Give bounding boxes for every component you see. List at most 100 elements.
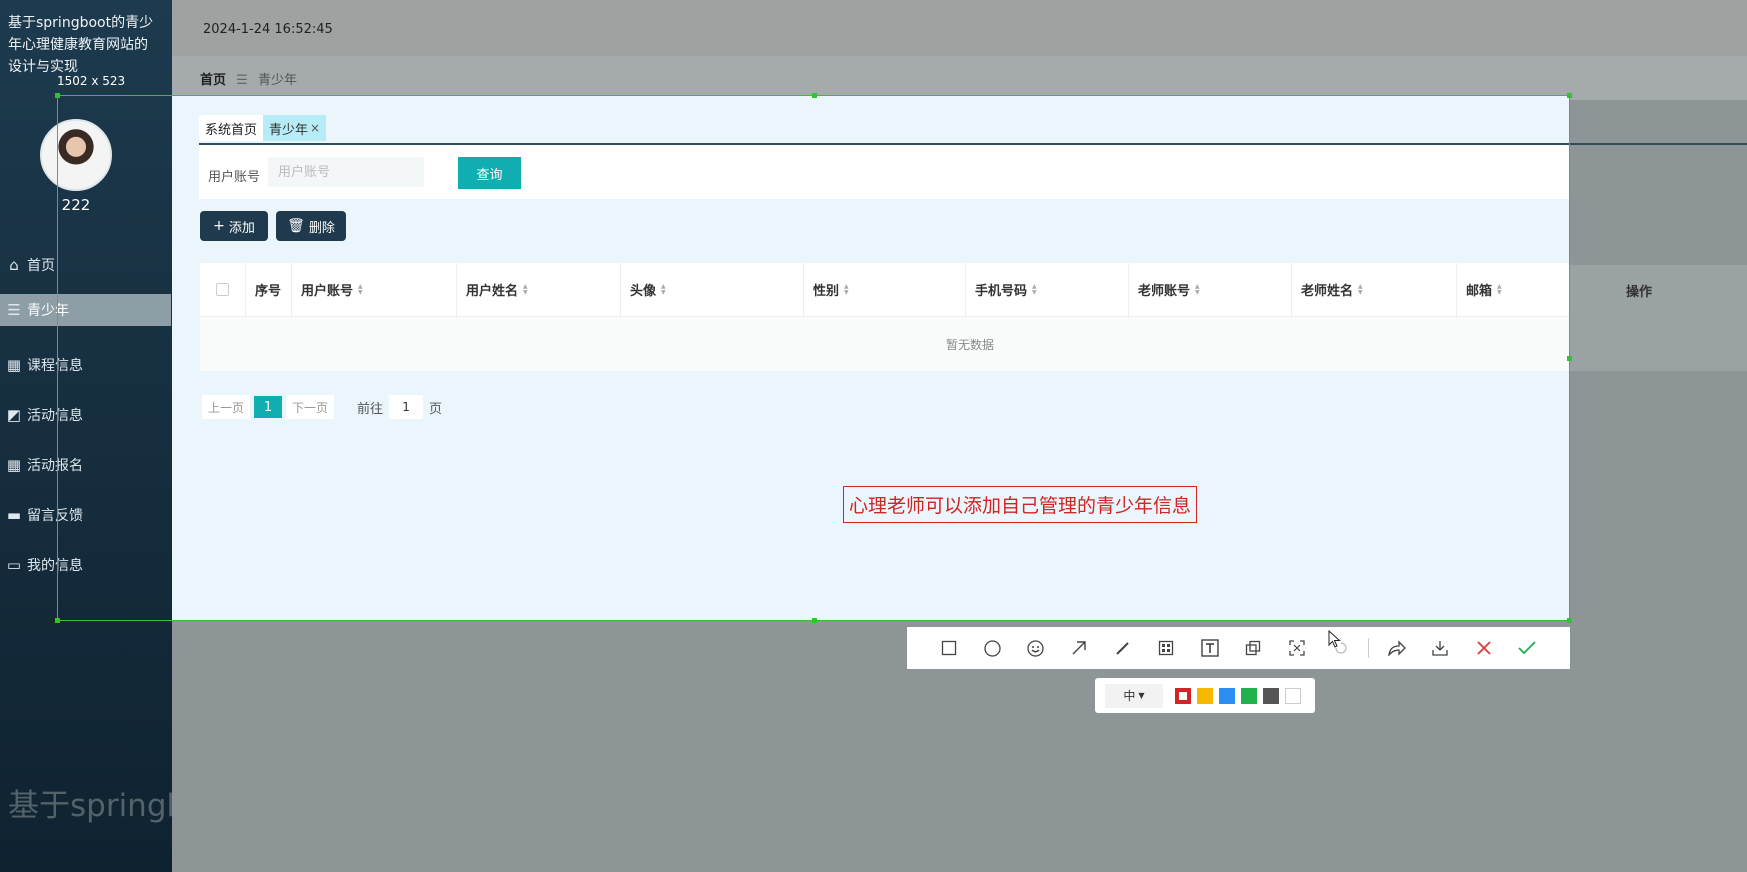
- sidebar-item-label: 我的信息: [27, 558, 83, 574]
- sort-icon[interactable]: ▲ ▼: [844, 283, 849, 296]
- confirm-icon[interactable]: [1506, 627, 1550, 669]
- sidebar-item-home[interactable]: ⌂ 首页: [0, 240, 172, 290]
- select-all-checkbox[interactable]: [216, 283, 229, 296]
- goto-label: 前往: [357, 401, 384, 417]
- breadcrumb-separator-icon: ☰: [236, 73, 248, 88]
- top-bar: 2024-1-24 16:52:45: [172, 0, 1747, 56]
- delete-button[interactable]: 🗑 删除: [276, 211, 346, 241]
- annotation-text-box[interactable]: 心理老师可以添加自己管理的青少年信息: [843, 486, 1198, 523]
- sort-icon[interactable]: ▲ ▼: [358, 283, 363, 296]
- tab-label: 青少年: [269, 122, 309, 138]
- sidebar-item-feedback[interactable]: ▬ 留言反馈: [0, 490, 172, 540]
- grid-icon: ▦: [6, 356, 22, 374]
- username: 222: [61, 196, 91, 214]
- column-header-avatar[interactable]: 头像 ▲ ▼: [621, 262, 804, 317]
- tab-label: 系统首页: [205, 122, 258, 138]
- column-header-account[interactable]: 用户账号 ▲ ▼: [292, 262, 457, 317]
- datetime: 2024-1-24 16:52:45: [203, 22, 333, 37]
- chart-icon: ◩: [6, 406, 22, 424]
- page-number-current[interactable]: 1: [254, 396, 283, 418]
- sidebar: 基于springboot的青少年心理健康教育网站的设计与实现 222 ⌂ 首页 …: [0, 0, 172, 872]
- breadcrumb-bar: 首页 ☰ 青少年: [172, 56, 1747, 100]
- close-icon[interactable]: ×: [310, 121, 320, 135]
- sidebar-item-activities[interactable]: ◩ 活动信息: [0, 390, 172, 440]
- column-label: 手机号码: [975, 284, 1028, 299]
- color-swatch-green[interactable]: [1241, 687, 1257, 704]
- search-form: 用户账号 查询: [199, 145, 1570, 199]
- ticket-icon: ▬: [6, 506, 22, 524]
- emoji-icon[interactable]: [1014, 627, 1058, 669]
- add-button-label: 添加: [228, 220, 255, 236]
- empty-row: 暂无数据: [200, 317, 1570, 371]
- table-header-overflow: 操作: [1570, 265, 1747, 371]
- tab-system-home[interactable]: 系统首页: [199, 115, 264, 141]
- breadcrumb: 首页 ☰ 青少年: [200, 69, 297, 88]
- tab-bar: 系统首页 青少年 ×: [199, 115, 327, 143]
- column-label: 老师账号: [1138, 284, 1191, 299]
- sort-icon[interactable]: ▲ ▼: [1497, 283, 1502, 296]
- column-header-gender[interactable]: 性别 ▲ ▼: [804, 262, 966, 317]
- sidebar-item-registration[interactable]: ▦ 活动报名: [0, 440, 172, 490]
- column-header-email[interactable]: 邮箱 ▲ ▼: [1457, 263, 1570, 317]
- sort-icon[interactable]: ▲ ▼: [523, 283, 528, 296]
- sort-icon[interactable]: ▲ ▼: [1032, 283, 1037, 296]
- mouse-cursor-icon: [1328, 630, 1341, 648]
- column-label: 序号: [255, 284, 282, 299]
- pen-icon[interactable]: [1101, 627, 1145, 669]
- sidebar-item-youth[interactable]: ☰ 青少年: [0, 294, 171, 326]
- ellipse-icon[interactable]: [971, 627, 1015, 669]
- mosaic-icon[interactable]: [1145, 627, 1189, 669]
- column-header-teacher-account[interactable]: 老师账号 ▲ ▼: [1129, 262, 1292, 317]
- sort-icon[interactable]: ▲ ▼: [661, 283, 666, 296]
- next-page-button[interactable]: 下一页: [286, 395, 335, 419]
- add-button[interactable]: + 添加: [200, 211, 268, 241]
- sidebar-menu: ⌂ 首页 ☰ 青少年 ▦ 课程信息 ◩ 活动信息 ▦ 活动报名 ▬ 留言反馈 ▭…: [0, 240, 172, 590]
- goto-page-input[interactable]: 1: [389, 395, 424, 419]
- sidebar-item-label: 活动信息: [27, 408, 83, 424]
- page-suffix: 页: [429, 401, 443, 417]
- color-swatch-gray[interactable]: [1263, 687, 1279, 704]
- tab-youth[interactable]: 青少年 ×: [263, 115, 327, 141]
- copy-icon[interactable]: [1232, 627, 1276, 669]
- home-icon: ⌂: [9, 256, 19, 274]
- sidebar-item-my-info[interactable]: ▭ 我的信息: [0, 540, 172, 590]
- font-size-value: 中: [1123, 689, 1136, 703]
- sort-icon[interactable]: ▲ ▼: [1195, 283, 1200, 296]
- text-icon[interactable]: [1188, 627, 1232, 669]
- search-input[interactable]: [268, 157, 424, 187]
- color-swatch-white[interactable]: [1285, 687, 1301, 704]
- column-header-actions: 操作: [1626, 285, 1653, 300]
- column-label: 性别: [813, 284, 840, 299]
- video-watermark: 基于springboot的青少年心理健康教育网站的设计与实现演示录像2024: [8, 788, 998, 824]
- download-icon[interactable]: [1419, 627, 1463, 669]
- sidebar-item-courses[interactable]: ▦ 课程信息: [0, 340, 172, 390]
- delete-button-label: 删除: [308, 220, 335, 236]
- plus-icon: +: [213, 218, 225, 234]
- column-label: 头像: [630, 284, 657, 299]
- search-label: 用户账号: [208, 170, 261, 185]
- empty-text: 暂无数据: [945, 337, 994, 352]
- trash-icon: 🗑: [287, 218, 305, 234]
- color-swatch-blue[interactable]: [1219, 687, 1235, 704]
- main-content: 系统首页 青少年 × 用户账号 查询 + 添加 🗑 删除 序号 用户账号 ▲▼: [172, 95, 1747, 621]
- column-header-name[interactable]: 用户姓名 ▲ ▼: [457, 262, 621, 317]
- column-header-teacher-name[interactable]: 老师姓名 ▲ ▼: [1292, 262, 1457, 317]
- share-icon[interactable]: [1375, 627, 1419, 669]
- style-options-panel: 中 ▼: [1095, 678, 1315, 713]
- query-button[interactable]: 查询: [458, 157, 521, 189]
- grid-icon: ▦: [6, 456, 22, 474]
- prev-page-button[interactable]: 上一页: [202, 395, 251, 419]
- color-swatch-red[interactable]: [1175, 687, 1191, 704]
- font-size-select[interactable]: 中 ▼: [1105, 683, 1163, 708]
- arrow-icon[interactable]: [1058, 627, 1102, 669]
- breadcrumb-home[interactable]: 首页: [200, 73, 226, 88]
- selection-size-label: 1502 x 523: [57, 74, 126, 88]
- select-all-cell: [200, 262, 246, 317]
- avatar[interactable]: [40, 119, 112, 191]
- cancel-icon[interactable]: [1462, 627, 1506, 669]
- ocr-icon[interactable]: [1275, 627, 1319, 669]
- color-swatch-yellow[interactable]: [1197, 687, 1213, 704]
- sort-icon[interactable]: ▲ ▼: [1358, 283, 1363, 296]
- rectangle-icon[interactable]: [927, 627, 971, 669]
- column-header-phone[interactable]: 手机号码 ▲ ▼: [966, 262, 1129, 317]
